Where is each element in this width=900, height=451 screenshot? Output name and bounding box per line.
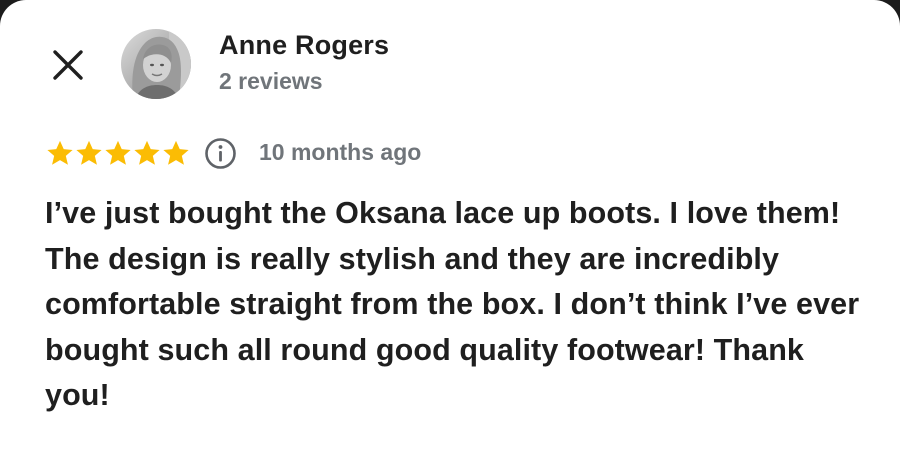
review-time: 10 months ago — [259, 139, 422, 165]
avatar-image — [121, 29, 191, 99]
reviewer-name[interactable]: Anne Rogers — [219, 30, 389, 61]
review-text: I’ve just bought the Oksana lace up boot… — [45, 196, 860, 412]
avatar[interactable] — [121, 29, 191, 99]
star-icon — [134, 140, 160, 165]
review-card: Anne Rogers 2 reviews 10 months ago I’ve… — [0, 0, 900, 451]
reviews-count: 2 reviews — [219, 68, 323, 94]
star-rating — [46, 139, 190, 167]
info-icon — [205, 138, 236, 169]
star-icon — [105, 140, 131, 165]
close-icon — [53, 50, 83, 80]
close-button[interactable] — [48, 45, 88, 85]
star-icon — [76, 140, 102, 165]
star-icon — [47, 140, 73, 165]
page: Anne Rogers 2 reviews 10 months ago I’ve… — [0, 0, 900, 451]
info-button[interactable] — [204, 137, 237, 170]
star-icon — [163, 140, 189, 165]
